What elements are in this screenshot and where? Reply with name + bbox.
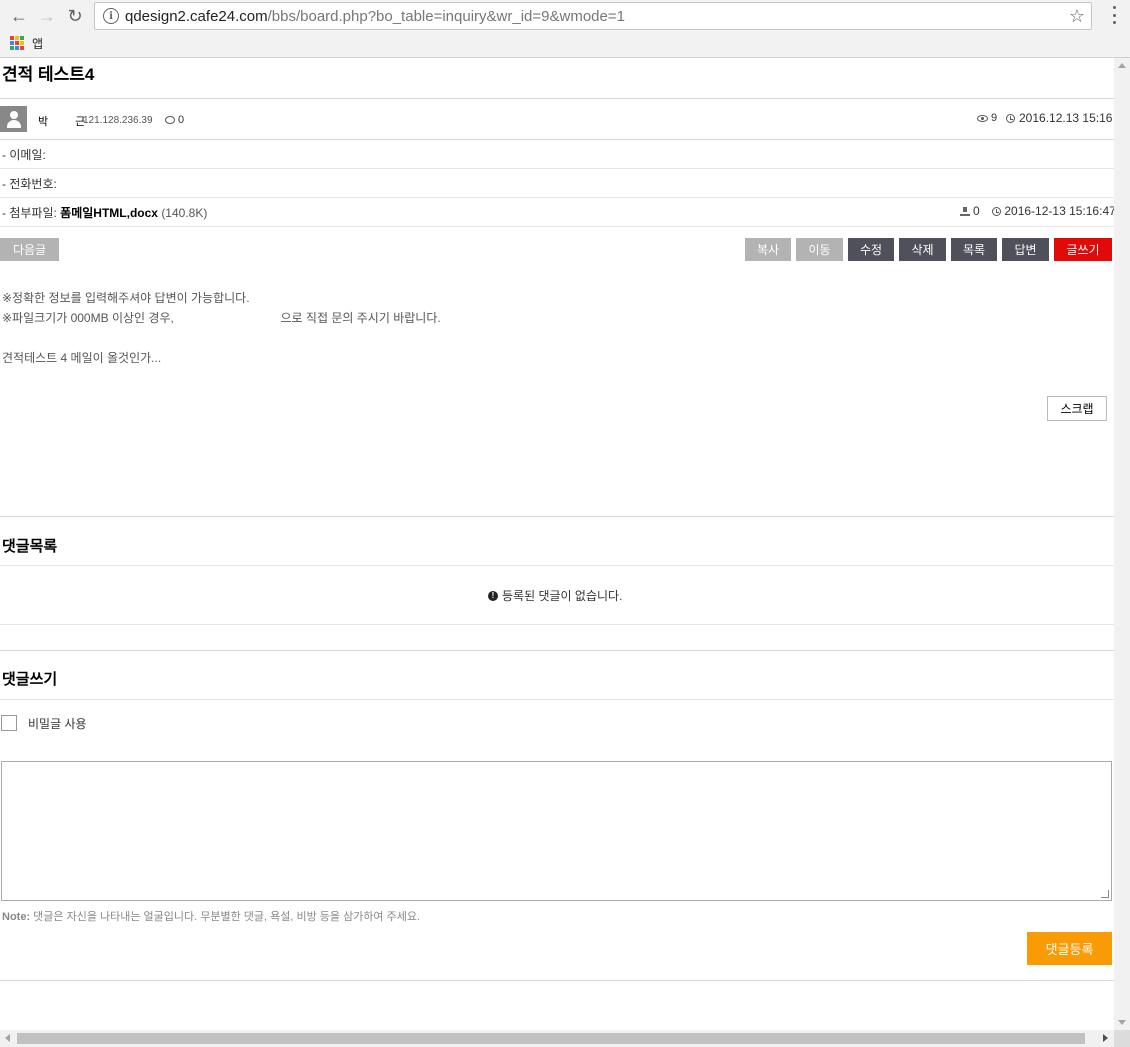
- eye-icon: [977, 114, 988, 122]
- email-label: - 이메일:: [2, 148, 46, 162]
- comment-list-title: 댓글목록: [2, 538, 58, 555]
- secret-checkbox-label[interactable]: 비밀글 사용: [28, 715, 87, 732]
- comment-count-value: 0: [178, 114, 185, 126]
- divider: [0, 980, 1114, 981]
- comment-note: Note: 댓글은 자신을 나타내는 얼굴입니다. 무분별한 댓글, 욕설, 비…: [2, 908, 420, 924]
- scroll-right-icon[interactable]: [1103, 1034, 1108, 1042]
- copy-button[interactable]: 복사: [745, 238, 791, 261]
- next-post-button[interactable]: 다음글: [0, 238, 59, 261]
- divider: [0, 98, 1114, 99]
- write-button[interactable]: 글쓰기: [1054, 238, 1112, 261]
- url-text[interactable]: qdesign2.cafe24.com/bbs/board.php?bo_tab…: [125, 8, 625, 25]
- view-count: 9: [977, 112, 997, 124]
- delete-button[interactable]: 삭제: [899, 238, 946, 261]
- divider: [0, 139, 1114, 140]
- comment-icon: [165, 116, 175, 124]
- comment-write-title: 댓글쓰기: [2, 671, 58, 688]
- edit-button[interactable]: 수정: [848, 238, 894, 261]
- bookmarks-bar: 앱: [10, 34, 43, 52]
- phone-label: - 전화번호:: [2, 177, 57, 191]
- attachment-row: - 첨부파일: 폼메일HTML,docx (140.8K): [2, 204, 207, 221]
- forward-icon[interactable]: →: [36, 5, 58, 27]
- notice-line-1: ※정확한 정보를 입력해주셔야 답변이 가능합니다.: [2, 291, 250, 305]
- comment-count: 0: [165, 114, 184, 126]
- divider: [0, 565, 1114, 566]
- notice-line-2: ※파일크기가 000MB 이상인 경우, 으로 직접 문의 주시기 바랍니다.: [2, 311, 441, 325]
- horizontal-scrollbar[interactable]: [0, 1030, 1114, 1047]
- download-count: 0: [973, 204, 980, 218]
- post-date: 2016.12.13 15:16: [1006, 111, 1112, 125]
- comment-note-label: Note:: [2, 911, 31, 923]
- attachment-date: 2016-12-13 15:16:47: [1004, 204, 1114, 218]
- scroll-up-icon[interactable]: [1118, 63, 1126, 68]
- empty-comments-text: 등록된 댓글이 없습니다.: [502, 589, 623, 603]
- divider: [0, 650, 1114, 651]
- move-button[interactable]: 이동: [796, 238, 843, 261]
- scrap-button[interactable]: 스크랩: [1047, 396, 1107, 421]
- attachment-label: - 첨부파일:: [2, 206, 57, 220]
- apps-grid-icon[interactable]: [10, 36, 24, 50]
- browser-toolbar: ← → ↻ i qdesign2.cafe24.com/bbs/board.ph…: [0, 0, 1130, 58]
- exclamation-icon: !: [488, 590, 498, 601]
- menu-icon[interactable]: [1112, 6, 1116, 24]
- scroll-down-icon[interactable]: [1118, 1020, 1126, 1025]
- horizontal-scroll-thumb[interactable]: [17, 1033, 1085, 1044]
- back-icon[interactable]: ←: [8, 5, 30, 27]
- attachment-size: (140.8K): [161, 206, 208, 220]
- scroll-left-icon[interactable]: [5, 1034, 10, 1042]
- attachment-link[interactable]: 폼메일HTML,docx: [60, 206, 158, 220]
- reload-icon[interactable]: ↻: [64, 5, 86, 27]
- attachment-meta: 0 2016-12-13 15:16:47: [960, 204, 1114, 218]
- reply-button[interactable]: 답변: [1002, 238, 1049, 261]
- vertical-scrollbar[interactable]: [1114, 58, 1130, 1030]
- scrollbar-corner: [1114, 1030, 1130, 1047]
- resize-handle-icon[interactable]: [1101, 890, 1109, 898]
- submit-comment-button[interactable]: 댓글등록: [1027, 932, 1112, 965]
- divider: [0, 197, 1114, 198]
- bookmark-star-icon[interactable]: ☆: [1069, 6, 1085, 27]
- author-ip: 121.128.236.39: [83, 115, 153, 126]
- divider: [0, 516, 1114, 517]
- list-button[interactable]: 목록: [951, 238, 997, 261]
- divider: [0, 699, 1114, 700]
- divider: [0, 168, 1114, 169]
- divider: [0, 624, 1114, 625]
- apps-shortcut[interactable]: 앱: [32, 35, 43, 52]
- info-icon[interactable]: i: [103, 8, 119, 24]
- view-count-value: 9: [991, 112, 998, 124]
- comment-note-text: 댓글은 자신을 나타내는 얼굴입니다. 무분별한 댓글, 욕설, 비방 등을 삼…: [30, 911, 421, 923]
- avatar: [0, 106, 27, 132]
- url-path: /bbs/board.php?bo_table=inquiry&wr_id=9&…: [267, 7, 625, 25]
- secret-checkbox[interactable]: [1, 715, 17, 731]
- url-host: qdesign2.cafe24.com: [125, 7, 268, 25]
- divider: [0, 226, 1114, 227]
- board-view: 견적 테스트4 박 근 121.128.236.39 0 9 2016.12.1…: [0, 58, 1114, 1030]
- empty-comments-message: ! 등록된 댓글이 없습니다.: [488, 587, 622, 604]
- clock-icon: [1006, 113, 1015, 123]
- comment-textarea[interactable]: [1, 761, 1112, 901]
- post-title: 견적 테스트4: [2, 65, 95, 84]
- clock-icon: [992, 206, 1002, 216]
- post-date-value: 2016.12.13 15:16: [1019, 111, 1113, 125]
- download-icon: [960, 206, 970, 216]
- post-body: 견적테스트 4 메일이 올것인가...: [2, 351, 162, 365]
- address-bar[interactable]: i qdesign2.cafe24.com/bbs/board.php?bo_t…: [94, 2, 1092, 30]
